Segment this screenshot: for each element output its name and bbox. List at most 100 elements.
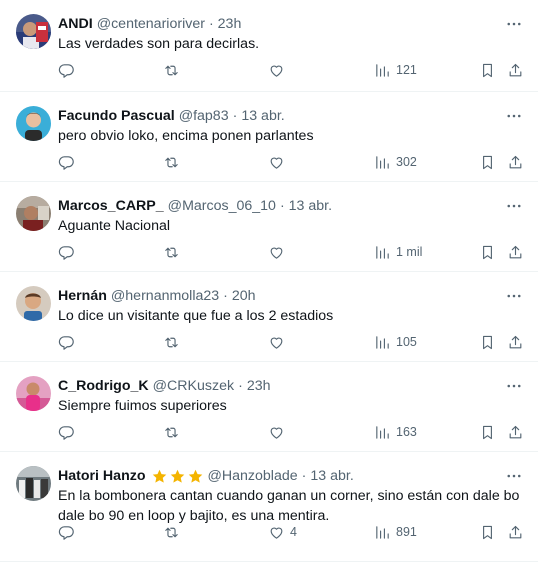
like-button[interactable]: 4 [268,522,297,542]
views-button[interactable]: 891 [374,522,417,542]
more-options-button[interactable] [504,14,524,34]
tweet[interactable]: Facundo Pascual @fap83 · 13 abr. pero obvio … [0,92,538,182]
more-options-button[interactable] [504,286,524,306]
user-handle[interactable]: @fap83 [179,106,229,126]
avatar[interactable] [16,106,51,141]
reply-button[interactable] [58,60,75,80]
reply-feed: ANDI @centenarioriver · 23h Las verdades son… [0,0,538,562]
like-icon [268,154,285,171]
timestamp[interactable]: 20h [232,286,256,306]
bookmark-button[interactable] [479,60,496,80]
tweet-header: Facundo Pascual @fap83 · 13 abr. [58,106,285,126]
views-icon [374,154,391,171]
views-button[interactable]: 1 mil [374,242,422,262]
tweet[interactable]: C_Rodrigo_K @CRKuszek · 23h Siempre fuimos s… [0,362,538,452]
reply-icon [58,62,75,79]
like-button[interactable] [268,60,285,80]
bookmark-button[interactable] [479,422,496,442]
tweet[interactable]: ANDI @centenarioriver · 23h Las verdades son… [0,0,538,92]
star-icon [187,468,204,485]
bookmark-icon [479,154,496,171]
user-handle[interactable]: @Marcos_06_10 [168,196,276,216]
views-button[interactable]: 121 [374,60,417,80]
avatar[interactable] [16,286,51,321]
display-name[interactable]: Facundo Pascual [58,106,175,126]
more-options-button[interactable] [504,196,524,216]
user-handle[interactable]: @centenarioriver [97,14,205,34]
retweet-button[interactable] [163,422,180,442]
like-count: 4 [290,525,297,539]
display-name[interactable]: C_Rodrigo_K [58,376,149,396]
more-options-button[interactable] [504,376,524,396]
display-name[interactable]: ANDI [58,14,93,34]
tweet-actions: 121 [58,60,528,80]
timestamp[interactable]: 13 abr. [289,196,332,216]
tweet-text: Las verdades son para decirlas. [58,36,260,52]
tweet[interactable]: Hernán @hernanmolla23 · 20h Lo dice un visit… [0,272,538,362]
avatar[interactable] [16,466,51,501]
share-button[interactable] [507,332,524,352]
tweet-header: ANDI @centenarioriver · 23h [58,14,241,34]
share-icon [507,334,524,351]
views-count: 1 mil [396,245,423,259]
more-options-button[interactable] [504,466,524,486]
views-button[interactable]: 302 [374,152,417,172]
separator-dot: · [238,378,243,394]
retweet-button[interactable] [163,332,180,352]
retweet-button[interactable] [163,60,180,80]
tweet[interactable]: Marcos_CARP_ @Marcos_06_10 · 13 abr. Aguante… [0,182,538,272]
display-name[interactable]: Hatori Hanzo [58,466,146,486]
views-icon [374,424,391,441]
like-button[interactable] [268,422,285,442]
retweet-button[interactable] [163,522,180,542]
tweet[interactable]: Hatori Hanzo @Hanzoblade · 13 abr. En la bom… [0,452,538,562]
timestamp[interactable]: 13 abr. [310,466,353,486]
bookmark-button[interactable] [479,522,496,542]
bookmark-button[interactable] [479,242,496,262]
views-button[interactable]: 163 [374,422,417,442]
reply-button[interactable] [58,422,75,442]
more-options-button[interactable] [504,106,524,126]
like-button[interactable] [268,332,285,352]
share-button[interactable] [507,152,524,172]
timestamp[interactable]: 23h [218,14,242,34]
views-count: 105 [396,335,417,349]
star-icon [169,468,186,485]
user-handle[interactable]: @hernanmolla23 [111,286,219,306]
avatar[interactable] [16,196,51,231]
share-button[interactable] [507,422,524,442]
share-button[interactable] [507,242,524,262]
user-handle[interactable]: @Hanzoblade [208,466,298,486]
retweet-icon [163,244,180,261]
timestamp[interactable]: 13 abr. [241,106,284,126]
tweet-actions: 163 [58,422,528,442]
like-button[interactable] [268,152,285,172]
reply-button[interactable] [58,522,75,542]
bookmark-button[interactable] [479,152,496,172]
like-button[interactable] [268,242,285,262]
user-handle[interactable]: @CRKuszek [153,376,234,396]
views-button[interactable]: 105 [374,332,417,352]
avatar[interactable] [16,14,51,49]
retweet-icon [163,62,180,79]
share-button[interactable] [507,60,524,80]
views-icon [374,244,391,261]
bookmark-button[interactable] [479,332,496,352]
reply-icon [58,424,75,441]
retweet-button[interactable] [163,242,180,262]
tweet-actions: 302 [58,152,528,172]
tweet-header: Marcos_CARP_ @Marcos_06_10 · 13 abr. [58,196,332,216]
reply-button[interactable] [58,152,75,172]
reply-icon [58,244,75,261]
display-name[interactable]: Hernán [58,286,107,306]
tweet-actions: 105 [58,332,528,352]
bookmark-icon [479,244,496,261]
display-name[interactable]: Marcos_CARP_ [58,196,164,216]
reply-button[interactable] [58,242,75,262]
avatar[interactable] [16,376,51,411]
share-icon [507,244,524,261]
share-button[interactable] [507,522,524,542]
timestamp[interactable]: 23h [247,376,271,396]
retweet-button[interactable] [163,152,180,172]
reply-button[interactable] [58,332,75,352]
